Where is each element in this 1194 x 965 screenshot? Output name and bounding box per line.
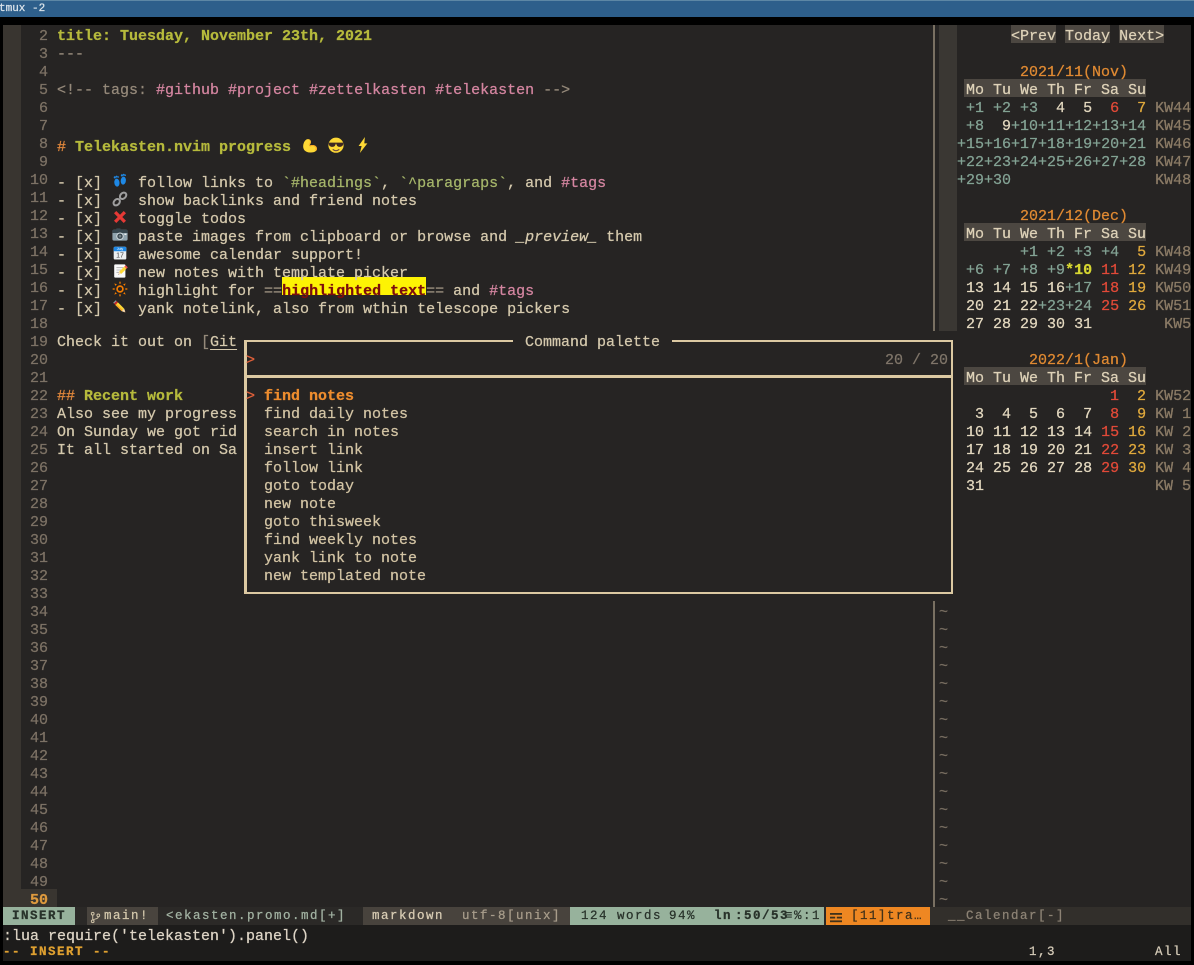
svg-text:July: July	[117, 247, 124, 251]
